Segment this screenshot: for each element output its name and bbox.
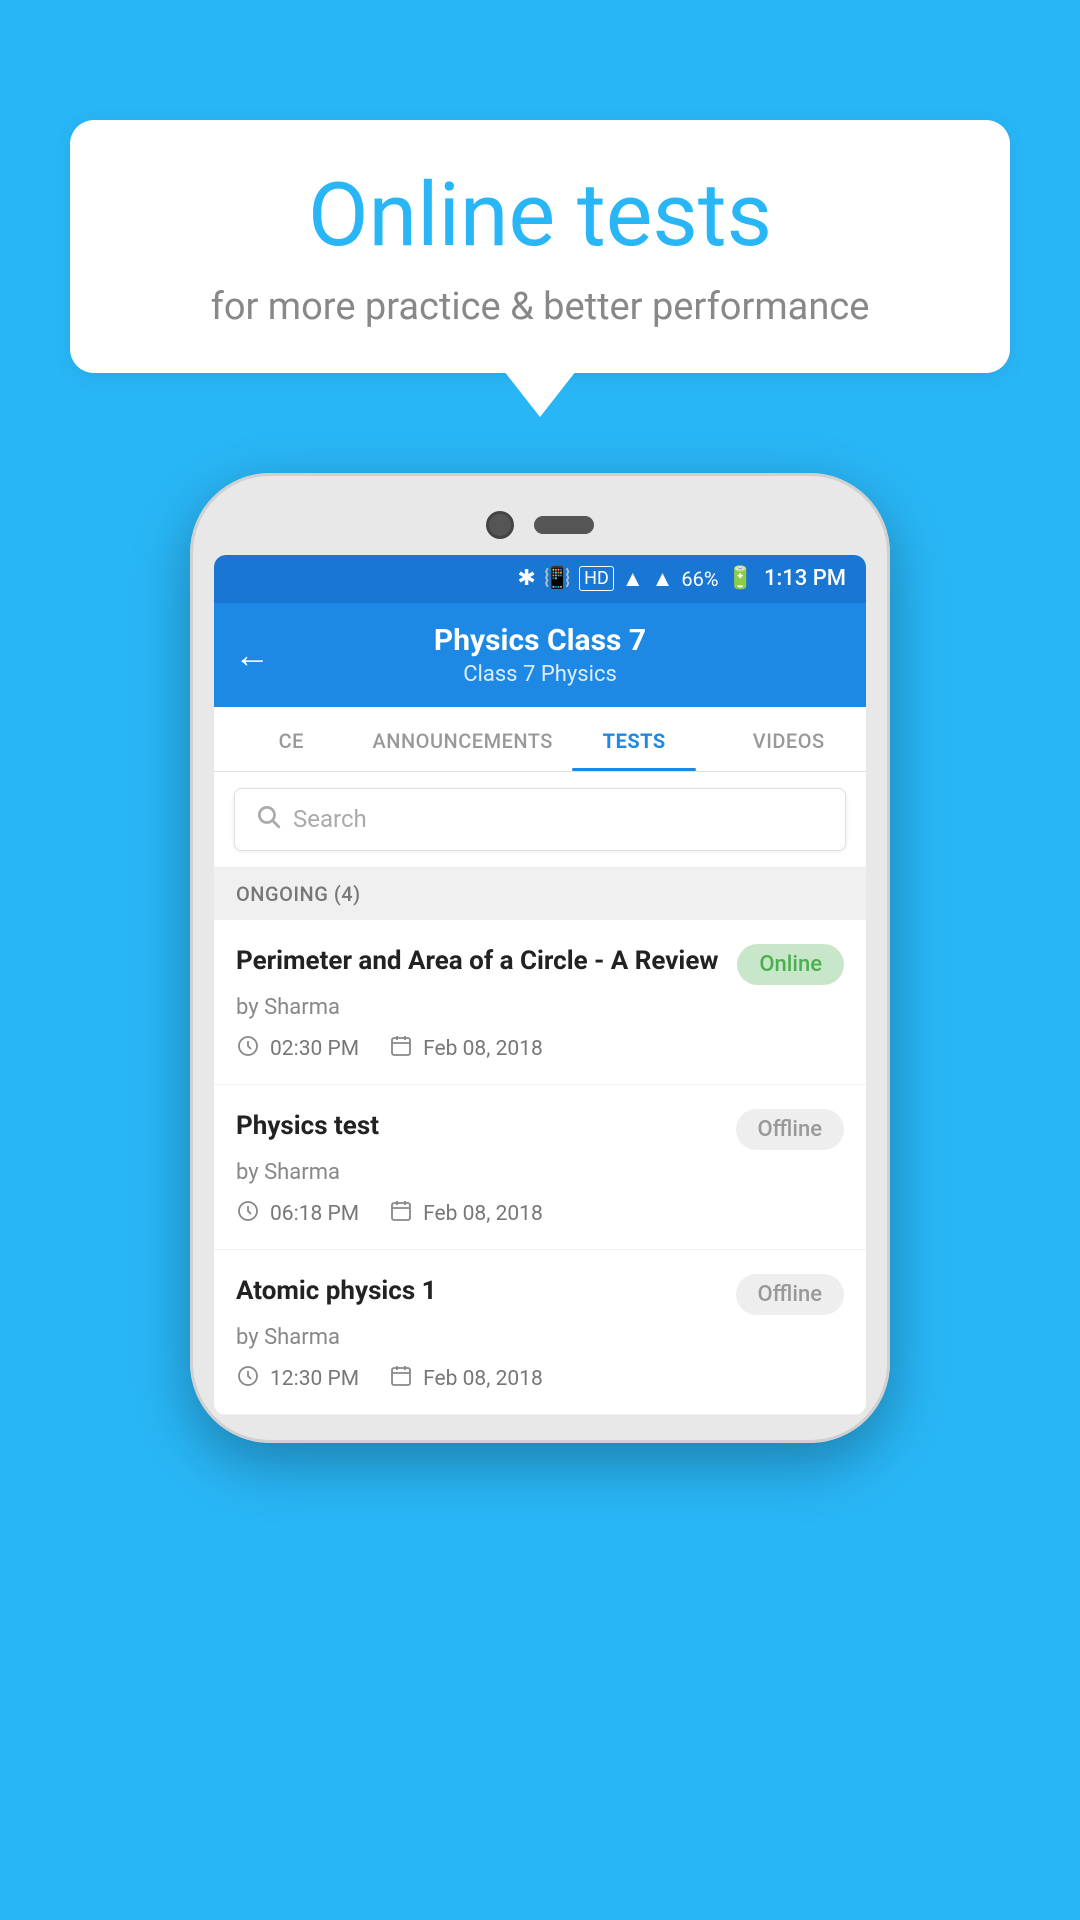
test-title-1: Perimeter and Area of a Circle - A Revie… (236, 944, 737, 979)
section-header-ongoing: ONGOING (4) (214, 868, 866, 920)
calendar-icon-2 (389, 1199, 413, 1229)
test-date-1: Feb 08, 2018 (389, 1034, 543, 1064)
clock-icon-3 (236, 1364, 260, 1394)
search-icon (255, 803, 281, 836)
test-date-value-2: Feb 08, 2018 (423, 1202, 543, 1226)
subtitle-class: Class 7 (463, 662, 535, 687)
app-bar: ← Physics Class 7 Class 7 Physics (214, 603, 866, 707)
subtitle-subject: Physics (541, 662, 617, 687)
battery-icon: 🔋 (727, 566, 754, 591)
phone-home-sensor (534, 516, 594, 534)
hd-icon: HD (579, 566, 614, 591)
test-item-1[interactable]: Perimeter and Area of a Circle - A Revie… (214, 920, 866, 1085)
search-placeholder: Search (293, 805, 367, 833)
test-meta-3: 12:30 PM Feb 08, 2018 (236, 1364, 844, 1394)
test-meta-2: 06:18 PM Feb 08, 2018 (236, 1199, 844, 1229)
test-time-3: 12:30 PM (236, 1364, 359, 1394)
tab-tests[interactable]: TESTS (557, 707, 712, 771)
tab-videos[interactable]: VIDEOS (711, 707, 866, 771)
app-bar-title: Physics Class 7 (238, 623, 842, 658)
test-date-2: Feb 08, 2018 (389, 1199, 543, 1229)
wifi-icon: ▲ (622, 566, 644, 592)
search-bar-container: Search (214, 772, 866, 868)
test-title-2: Physics test (236, 1109, 736, 1144)
test-meta-1: 02:30 PM Feb 08, 2018 (236, 1034, 844, 1064)
tab-ce[interactable]: CE (214, 707, 369, 771)
clock-icon-1 (236, 1034, 260, 1064)
tab-bar: CE ANNOUNCEMENTS TESTS VIDEOS (214, 707, 866, 772)
status-time: 1:13 PM (764, 566, 846, 591)
badge-offline-3: Offline (736, 1274, 844, 1315)
bubble-subtitle: for more practice & better performance (130, 285, 950, 329)
test-title-3: Atomic physics 1 (236, 1274, 736, 1309)
calendar-icon-1 (389, 1034, 413, 1064)
test-date-value-1: Feb 08, 2018 (423, 1037, 543, 1061)
phone-camera (486, 511, 514, 539)
battery-level: 66% (681, 567, 718, 591)
test-date-value-3: Feb 08, 2018 (423, 1367, 543, 1391)
test-author-1: by Sharma (236, 995, 844, 1020)
test-time-value-2: 06:18 PM (270, 1202, 359, 1226)
back-button[interactable]: ← (234, 634, 270, 676)
clock-icon-2 (236, 1199, 260, 1229)
search-input[interactable]: Search (234, 788, 846, 851)
test-date-3: Feb 08, 2018 (389, 1364, 543, 1394)
test-time-value-3: 12:30 PM (270, 1367, 359, 1391)
test-author-2: by Sharma (236, 1160, 844, 1185)
status-icons: ✱ 📳 HD ▲ ▲ 66% 🔋 (517, 566, 754, 592)
phone-frame: ✱ 📳 HD ▲ ▲ 66% 🔋 1:13 PM ← Physics Class… (190, 473, 890, 1443)
promo-bubble: Online tests for more practice & better … (70, 120, 1010, 373)
signal-icon: ▲ (652, 566, 674, 592)
calendar-icon-3 (389, 1364, 413, 1394)
badge-online-1: Online (737, 944, 844, 985)
test-time-value-1: 02:30 PM (270, 1037, 359, 1061)
app-bar-subtitle: Class 7 Physics (238, 662, 842, 687)
test-item-3[interactable]: Atomic physics 1 Offline by Sharma 12:30… (214, 1250, 866, 1415)
test-time-2: 06:18 PM (236, 1199, 359, 1229)
vibrate-icon: 📳 (544, 566, 571, 591)
test-time-1: 02:30 PM (236, 1034, 359, 1064)
status-bar: ✱ 📳 HD ▲ ▲ 66% 🔋 1:13 PM (214, 555, 866, 603)
badge-offline-2: Offline (736, 1109, 844, 1150)
phone-screen: ✱ 📳 HD ▲ ▲ 66% 🔋 1:13 PM ← Physics Class… (214, 555, 866, 1415)
bubble-title: Online tests (130, 168, 950, 265)
phone-top-details (214, 501, 866, 555)
test-item-2[interactable]: Physics test Offline by Sharma 06:18 PM (214, 1085, 866, 1250)
test-author-3: by Sharma (236, 1325, 844, 1350)
bluetooth-icon: ✱ (517, 566, 535, 591)
tab-announcements[interactable]: ANNOUNCEMENTS (369, 707, 557, 771)
